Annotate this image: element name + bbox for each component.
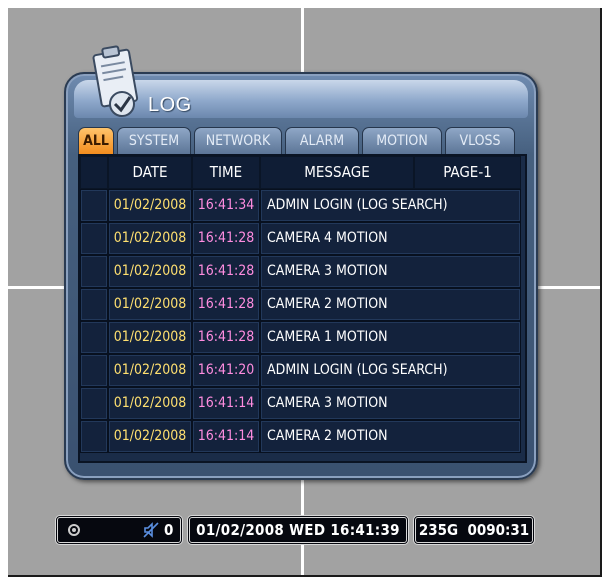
log-message[interactable]: CAMERA 3 MOTION bbox=[260, 255, 521, 288]
status-datetime: 01/02/2008 WED 16:41:39 bbox=[196, 521, 400, 539]
tab-system[interactable]: SYSTEM bbox=[117, 127, 191, 154]
log-time: 16:41:14 bbox=[192, 387, 260, 420]
log-message[interactable]: CAMERA 1 MOTION bbox=[260, 321, 521, 354]
log-table: DATE TIME MESSAGE PAGE-1 01/02/2008 16:4… bbox=[78, 154, 527, 463]
log-date: 01/02/2008 bbox=[108, 387, 192, 420]
log-time: 16:41:28 bbox=[192, 222, 260, 255]
row-selector[interactable] bbox=[80, 321, 108, 354]
table-header-time: TIME bbox=[192, 156, 260, 189]
row-selector[interactable] bbox=[80, 420, 108, 453]
log-time: 16:41:34 bbox=[192, 189, 260, 222]
log-window: LOG ALL SYSTEM NETWORK ALARM MOTION VLOS… bbox=[64, 45, 538, 480]
tab-motion[interactable]: MOTION bbox=[362, 127, 442, 154]
audio-count: 0 bbox=[164, 521, 174, 539]
tab-network[interactable]: NETWORK bbox=[194, 127, 282, 154]
record-icon bbox=[68, 524, 80, 536]
log-title: LOG bbox=[148, 94, 192, 116]
log-message[interactable]: CAMERA 3 MOTION bbox=[260, 387, 521, 420]
status-record-audio: 0 bbox=[55, 515, 183, 545]
log-message[interactable]: ADMIN LOGIN (LOG SEARCH) bbox=[260, 189, 521, 222]
clipboard-icon bbox=[92, 45, 139, 117]
log-time: 16:41:20 bbox=[192, 354, 260, 387]
row-selector[interactable] bbox=[80, 222, 108, 255]
table-header-message: MESSAGE bbox=[260, 156, 414, 189]
row-selector[interactable] bbox=[80, 255, 108, 288]
row-selector[interactable] bbox=[80, 189, 108, 222]
log-message[interactable]: CAMERA 2 MOTION bbox=[260, 420, 521, 453]
log-date: 01/02/2008 bbox=[108, 420, 192, 453]
log-date: 01/02/2008 bbox=[108, 354, 192, 387]
log-date: 01/02/2008 bbox=[108, 288, 192, 321]
row-selector[interactable] bbox=[80, 354, 108, 387]
log-date: 01/02/2008 bbox=[108, 321, 192, 354]
audio-muted-icon bbox=[143, 522, 159, 538]
row-selector[interactable] bbox=[80, 387, 108, 420]
row-selector[interactable] bbox=[80, 288, 108, 321]
log-message[interactable]: ADMIN LOGIN (LOG SEARCH) bbox=[260, 354, 521, 387]
status-datetime-box: 01/02/2008 WED 16:41:39 bbox=[187, 515, 409, 545]
tab-alarm[interactable]: ALARM bbox=[285, 127, 359, 154]
log-date: 01/02/2008 bbox=[108, 222, 192, 255]
table-header-date: DATE bbox=[108, 156, 192, 189]
status-hdd: 235G 0090:31 bbox=[418, 521, 530, 539]
tab-all[interactable]: ALL bbox=[78, 127, 114, 154]
status-hdd-box: 235G 0090:31 bbox=[413, 515, 535, 545]
table-header-blank bbox=[80, 156, 108, 189]
log-time: 16:41:28 bbox=[192, 321, 260, 354]
log-time: 16:41:14 bbox=[192, 420, 260, 453]
log-message[interactable]: CAMERA 4 MOTION bbox=[260, 222, 521, 255]
page-indicator[interactable]: PAGE-1 bbox=[414, 156, 521, 189]
log-date: 01/02/2008 bbox=[108, 255, 192, 288]
log-time: 16:41:28 bbox=[192, 288, 260, 321]
log-time: 16:41:28 bbox=[192, 255, 260, 288]
tab-vloss[interactable]: VLOSS bbox=[445, 127, 515, 154]
log-message[interactable]: CAMERA 2 MOTION bbox=[260, 288, 521, 321]
log-date: 01/02/2008 bbox=[108, 189, 192, 222]
